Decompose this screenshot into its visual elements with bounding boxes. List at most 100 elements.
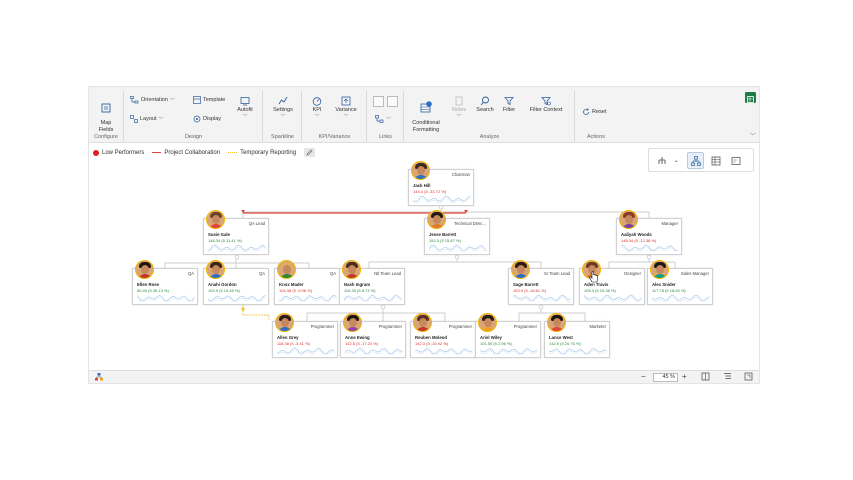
org-node-card[interactable]: Programmer Allen Grey 118.38 (5 -3.41 %) <box>272 313 338 358</box>
conditional-formatting-button[interactable]: Conditional Formatting <box>409 94 443 133</box>
edit-legend-pencil-icon[interactable] <box>304 148 316 157</box>
org-node-card[interactable]: Ntl Team Lead Nash Ingram 116.35 (5 8.73… <box>339 260 405 305</box>
org-node-card[interactable]: QA Knox Mader 105.38 (5 -9.08 %) <box>274 260 340 305</box>
link-options-dropdown[interactable]: ﹀ <box>375 115 391 123</box>
org-node-card[interactable]: QA Anahi Gordon 153.9 (5 10.49 %) <box>203 260 269 305</box>
fit-page-icon[interactable] <box>701 372 710 384</box>
kpi-label: KPI <box>312 107 322 113</box>
org-node-card[interactable]: Technical Direc... Jesse Barrett 152.3 (… <box>424 210 490 255</box>
node-kpi: 152.3 (5 15.87 %) <box>429 238 461 243</box>
display-button[interactable]: Display <box>193 115 221 123</box>
variance-button[interactable]: Variance ﹀ <box>331 96 361 120</box>
red-line-icon <box>152 151 162 154</box>
zoom-out-button[interactable]: − <box>641 372 646 382</box>
conditional-formatting-icon <box>420 100 432 112</box>
reset-icon <box>583 108 589 115</box>
hand-cursor-icon <box>589 270 598 288</box>
org-node-card[interactable]: Manager Aaliyah Woods 148.34 (5 -12.38 %… <box>616 210 682 255</box>
filter-label: Filter <box>502 107 516 113</box>
org-node-card[interactable]: Programmer Ariel Wiley 101.55 (5 2.96 %) <box>475 313 541 358</box>
zoom-level-input[interactable]: 45 % <box>653 373 678 382</box>
filter-button[interactable]: Filter <box>500 96 518 114</box>
kpi-button[interactable]: KPI ﹀ <box>308 96 326 120</box>
settings-label: Settings <box>273 107 293 113</box>
org-node-card[interactable]: QA Lead Susie Gale 148.34 (5 11.41 %) <box>203 210 269 255</box>
card-view-button[interactable] <box>727 152 744 169</box>
actions-label: Actions <box>586 134 606 140</box>
node-kpi: 142.9 (5 20.76 %) <box>549 341 581 346</box>
node-role: Sr Team Lead <box>544 271 570 276</box>
filter-context-label: Filter Context <box>529 107 563 113</box>
chevron-down-icon: ﹀ <box>314 113 320 120</box>
chevron-down-icon: ﹀ <box>169 97 175 104</box>
org-node-card[interactable]: Programmer Anne Ewing 142.8 (5 -17.23 %) <box>340 313 406 358</box>
excel-icon[interactable] <box>745 92 756 103</box>
org-node-card[interactable]: Sales Manager Alex Snider 117.78 (5 18.9… <box>647 260 713 305</box>
node-sparkline <box>137 295 195 302</box>
view-toolbar: ⌄ <box>648 148 754 172</box>
app-logo-icon <box>94 372 104 385</box>
template-icon <box>193 96 201 104</box>
org-chart-view-button[interactable] <box>687 152 704 169</box>
layout-dropdown[interactable]: Layout ﹀ <box>130 115 164 123</box>
node-name: Lance West <box>549 335 573 340</box>
search-button[interactable]: Search <box>473 96 497 114</box>
filter-context-button[interactable]: Filter Context <box>521 96 571 114</box>
node-sparkline <box>429 244 487 252</box>
node-kpi: 80.45 (5 35.13 %) <box>137 288 169 293</box>
node-name: Anne Ewing <box>345 335 370 340</box>
reset-button[interactable]: Reset <box>582 108 606 116</box>
notes-label: Notes <box>451 107 467 113</box>
node-name: Ariel Wiley <box>480 335 502 340</box>
orientation-dropdown[interactable]: Orientation ﹀ <box>130 96 175 104</box>
node-name: Allen Grey <box>277 335 299 340</box>
template-label: Template <box>203 97 226 103</box>
node-kpi: 118.38 (5 -3.41 %) <box>277 341 310 346</box>
red-dot-icon <box>93 149 99 156</box>
sparkline-settings-button[interactable]: Settings ﹀ <box>268 96 298 120</box>
search-label: Search <box>476 107 494 113</box>
avatar <box>206 210 225 229</box>
legend-low-performers: Low Performers <box>93 149 144 156</box>
template-button[interactable]: Template <box>193 96 225 104</box>
avatar <box>135 260 154 279</box>
org-node-card[interactable]: Sr Team Lead Sage Barrett 153.9 (5 -18.6… <box>508 260 574 305</box>
variance-icon <box>341 96 351 106</box>
autofit-button[interactable]: Autofit ﹀ <box>233 96 257 120</box>
node-role: Chairman <box>451 172 470 177</box>
node-sparkline <box>480 348 538 355</box>
node-role: QA <box>258 271 265 276</box>
org-node-card[interactable]: QA Ellen Rose 80.45 (5 35.13 %) <box>132 260 198 305</box>
avatar <box>619 210 638 229</box>
display-label: Display <box>203 116 222 122</box>
ribbon-collapse-chevron-icon[interactable]: ﹀ <box>750 131 756 140</box>
notes-button[interactable]: Notes ﹀ <box>449 96 469 120</box>
node-kpi: 153.9 (5 -18.61 %) <box>513 288 547 293</box>
org-node-card[interactable]: Programmer Reuben Moleod 142.3 (5 -16.92… <box>410 313 476 358</box>
avatar <box>511 260 530 279</box>
node-name: Sage Barrett <box>513 282 539 287</box>
analyze-group: Conditional Formatting 1 Notes ﹀ Search F… <box>405 91 575 141</box>
org-node-card[interactable]: Chairman Jack Hill 144.4 (5 -33.72 %) <box>408 161 474 206</box>
link-style-curved-button[interactable] <box>373 96 384 107</box>
outline-view-icon[interactable] <box>723 372 732 384</box>
variance-label: Variance <box>335 107 357 113</box>
node-kpi: 148.34 (5 11.41 %) <box>208 238 242 243</box>
orientation-view-dropdown[interactable]: ⌄ <box>653 152 683 169</box>
zoom-in-button[interactable]: + <box>682 372 687 382</box>
node-sparkline <box>415 347 473 355</box>
fullscreen-icon[interactable] <box>744 372 753 384</box>
node-role: Sales Manager <box>680 271 709 276</box>
node-kpi: 142.8 (5 -17.23 %) <box>345 341 379 346</box>
avatar <box>413 313 432 332</box>
node-kpi: 153.9 (5 10.49 %) <box>208 288 240 293</box>
table-view-button[interactable] <box>707 152 724 169</box>
node-kpi: 116.35 (5 8.73 %) <box>344 288 376 293</box>
tree-orientation-icon <box>658 157 666 164</box>
org-node-card[interactable]: Marketer Lance West 142.9 (5 20.76 %) <box>544 313 610 358</box>
node-name: Aaliyah Woods <box>621 232 652 237</box>
map-fields-button[interactable]: Map Fields <box>95 96 117 133</box>
link-aaliyah-to-aden <box>608 255 650 268</box>
link-style-straight-button[interactable] <box>387 96 398 107</box>
temp-link-dot <box>241 307 245 311</box>
